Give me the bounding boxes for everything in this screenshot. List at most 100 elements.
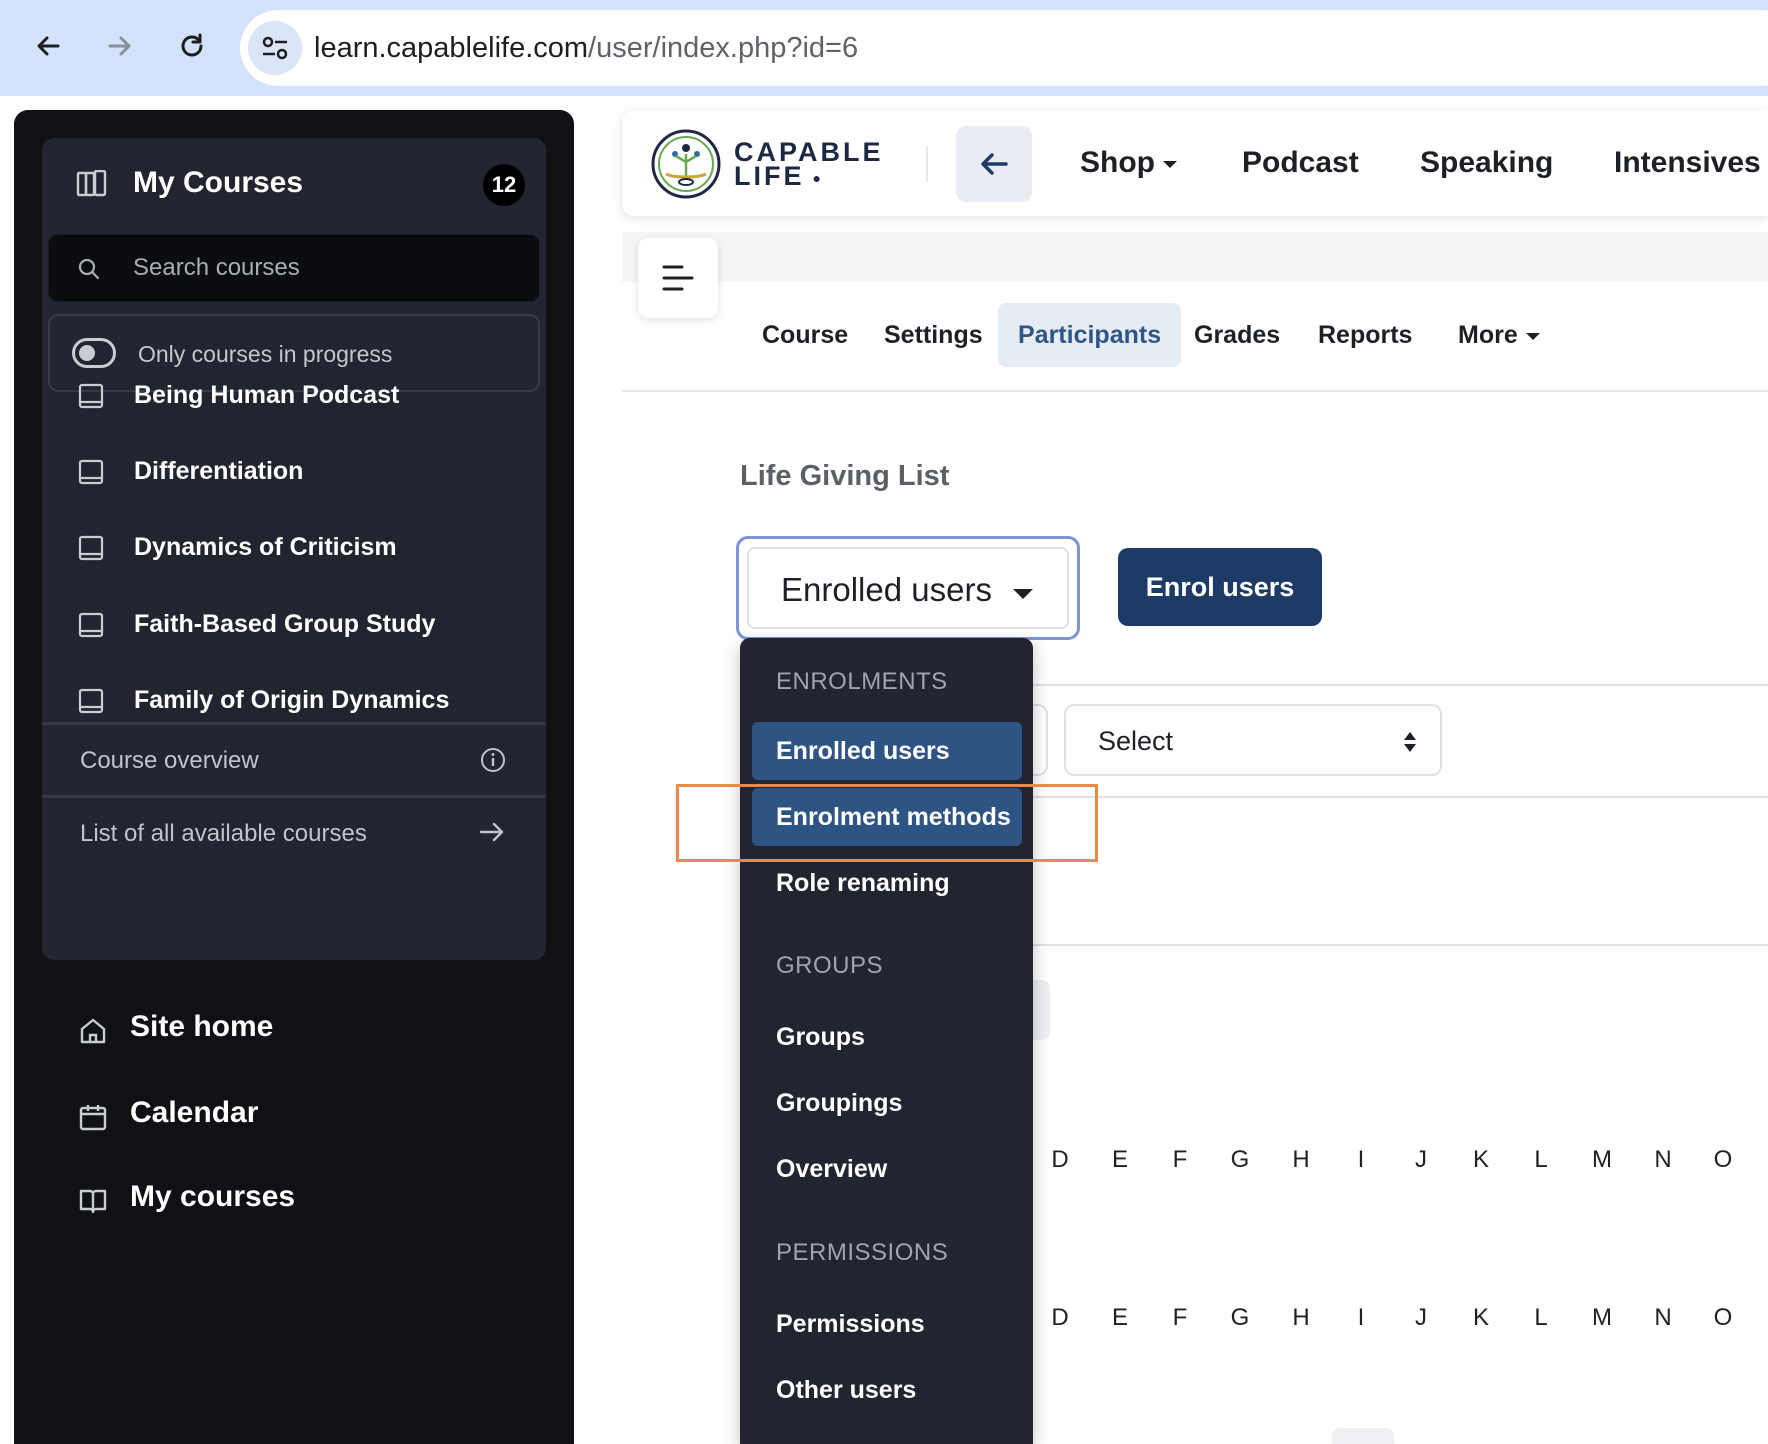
- search-icon: [77, 257, 101, 286]
- tab-course[interactable]: Course: [742, 303, 868, 367]
- site-home-link[interactable]: Site home: [48, 1000, 528, 1060]
- site-home-label: Site home: [130, 1010, 274, 1043]
- calendar-link[interactable]: Calendar: [48, 1086, 528, 1146]
- reload-icon[interactable]: [168, 22, 216, 70]
- tab-grades[interactable]: Grades: [1174, 303, 1300, 367]
- nav-shop-label: Shop: [1080, 146, 1155, 179]
- course-item-differentiation[interactable]: Differentiation: [42, 435, 546, 507]
- sort-arrows-icon: [1402, 730, 1418, 759]
- drawer-toggle-button[interactable]: [638, 238, 718, 318]
- my-courses-link[interactable]: My courses: [48, 1170, 528, 1230]
- forward-arrow-icon[interactable]: [96, 22, 144, 70]
- menu-item-role-renaming[interactable]: Role renaming: [752, 854, 1022, 912]
- menu-item-groups[interactable]: Groups: [752, 1008, 1022, 1066]
- menu-item-other-users[interactable]: Other users: [752, 1361, 1022, 1419]
- initial-letter-h[interactable]: H: [1286, 1304, 1316, 1332]
- divider: [1010, 796, 1768, 798]
- initial-letter-o[interactable]: O: [1708, 1146, 1738, 1174]
- address-bar[interactable]: learn.capablelife.com/user/index.php?id=…: [240, 10, 1768, 86]
- filter-value-select[interactable]: Select: [1064, 704, 1442, 776]
- nav-shop[interactable]: Shop: [1080, 146, 1177, 180]
- initial-letter-k[interactable]: K: [1466, 1304, 1496, 1332]
- site-settings-icon[interactable]: [248, 21, 302, 75]
- books-icon: [76, 169, 108, 203]
- initial-letter-j[interactable]: J: [1406, 1304, 1436, 1332]
- initial-letter-h[interactable]: H: [1286, 1146, 1316, 1174]
- initial-letter-o[interactable]: O: [1708, 1304, 1738, 1332]
- initial-letter-m[interactable]: M: [1587, 1304, 1617, 1332]
- initial-letter-n[interactable]: N: [1648, 1304, 1678, 1332]
- course-item-dynamics-of-criticism[interactable]: Dynamics of Criticism: [42, 511, 546, 583]
- my-courses-panel: My Courses 12 Only courses in progress B…: [42, 138, 546, 960]
- nav-podcast[interactable]: Podcast: [1242, 146, 1359, 180]
- search-courses-input[interactable]: [133, 235, 523, 301]
- course-label: Faith-Based Group Study: [134, 610, 436, 638]
- divider: [1010, 944, 1768, 946]
- tab-settings[interactable]: Settings: [864, 303, 1003, 367]
- initial-letter-n[interactable]: N: [1648, 1146, 1678, 1174]
- book-open-icon: [78, 1186, 108, 1221]
- back-arrow-icon[interactable]: [24, 22, 72, 70]
- tab-more[interactable]: More: [1438, 303, 1560, 367]
- enrol-users-button[interactable]: Enrol users: [1118, 548, 1322, 626]
- initial-letter-d[interactable]: D: [1045, 1304, 1075, 1332]
- nav-speaking[interactable]: Speaking: [1420, 146, 1553, 180]
- chevron-down-icon: [1163, 160, 1177, 168]
- initial-letter-g[interactable]: G: [1225, 1304, 1255, 1332]
- book-icon: [78, 383, 104, 414]
- book-icon: [78, 535, 104, 566]
- dropdown-header-permissions: PERMISSIONS: [776, 1239, 949, 1266]
- initial-letter-m[interactable]: M: [1587, 1146, 1617, 1174]
- page-title: Life Giving List: [740, 460, 950, 492]
- course-label: Being Human Podcast: [134, 381, 400, 409]
- course-item-being-human-podcast[interactable]: Being Human Podcast: [42, 359, 546, 431]
- initial-letter-g[interactable]: G: [1225, 1146, 1255, 1174]
- arrow-right-icon: [478, 820, 506, 849]
- initial-letter-e[interactable]: E: [1105, 1146, 1135, 1174]
- my-courses-title: My Courses: [133, 166, 304, 199]
- all-courses-link[interactable]: List of all available courses: [42, 798, 546, 868]
- course-item-faith-based-group-study[interactable]: Faith-Based Group Study: [42, 588, 546, 660]
- url-host: learn.capablelife.com: [314, 32, 589, 64]
- initial-letter-i[interactable]: I: [1346, 1146, 1376, 1174]
- initial-letter-k[interactable]: K: [1466, 1146, 1496, 1174]
- initial-letter-f[interactable]: F: [1165, 1146, 1195, 1174]
- initial-letter-j[interactable]: J: [1406, 1146, 1436, 1174]
- calendar-label: Calendar: [130, 1096, 259, 1129]
- my-courses-label: My courses: [130, 1180, 296, 1213]
- filter-select-label: Select: [1098, 726, 1174, 756]
- initial-letter-i[interactable]: I: [1346, 1304, 1376, 1332]
- tab-reports[interactable]: Reports: [1298, 303, 1432, 367]
- nav-intensives[interactable]: Intensives: [1614, 146, 1761, 180]
- select-inner: Enrolled users: [747, 547, 1069, 629]
- home-icon: [78, 1016, 108, 1051]
- menu-item-enrolment-methods[interactable]: Enrolment methods: [752, 788, 1022, 846]
- initial-letter-d[interactable]: D: [1045, 1146, 1075, 1174]
- browser-toolbar: learn.capablelife.com/user/index.php?id=…: [0, 0, 1768, 96]
- menu-item-enrolled-users[interactable]: Enrolled users: [752, 722, 1022, 780]
- initial-letter-f[interactable]: F: [1165, 1304, 1195, 1332]
- book-icon: [78, 459, 104, 490]
- tabs-divider: [622, 390, 1768, 392]
- pagination-stub[interactable]: [1332, 1428, 1394, 1444]
- url-path: /user/index.php?id=6: [588, 32, 859, 64]
- participants-view-select[interactable]: Enrolled users: [736, 536, 1080, 640]
- course-overview-link[interactable]: Course overview: [42, 725, 546, 795]
- dropdown-header-enrolments: ENROLMENTS: [776, 668, 948, 695]
- my-courses-header: My Courses 12: [42, 138, 546, 230]
- tab-participants[interactable]: Participants: [998, 303, 1182, 367]
- menu-item-overview[interactable]: Overview: [752, 1140, 1022, 1198]
- calendar-icon: [78, 1102, 108, 1137]
- initial-letter-e[interactable]: E: [1105, 1304, 1135, 1332]
- top-navbar: CAPABLE LIFE ● Shop Podcast Speaking Inte…: [622, 110, 1768, 216]
- initial-letter-l[interactable]: L: [1526, 1146, 1556, 1174]
- menu-item-permissions[interactable]: Permissions: [752, 1295, 1022, 1353]
- selected-view-label: Enrolled users: [781, 571, 992, 608]
- menu-item-label: Other users: [776, 1376, 917, 1404]
- capable-life-logo-icon[interactable]: [650, 128, 722, 200]
- back-button[interactable]: [956, 126, 1032, 202]
- menu-item-groupings[interactable]: Groupings: [752, 1074, 1022, 1132]
- initial-letter-l[interactable]: L: [1526, 1304, 1556, 1332]
- info-icon[interactable]: [480, 747, 506, 778]
- url-text[interactable]: learn.capablelife.com/user/index.php?id=…: [314, 10, 858, 86]
